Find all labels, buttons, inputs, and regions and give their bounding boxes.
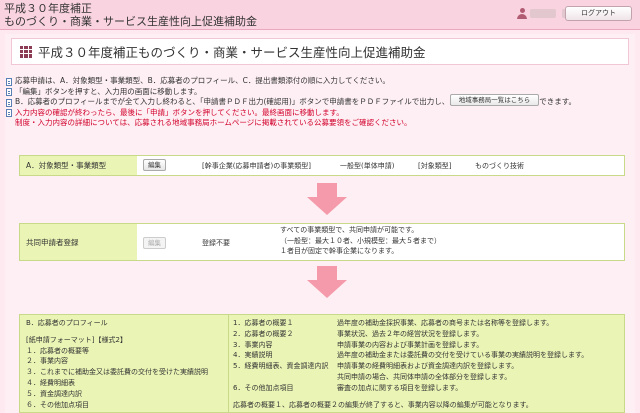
section-joint-applicant: 共同申請者登録 編集 登録不要 すべての事業類型で、共同申請が可能です。 （一般… xyxy=(19,223,625,261)
page-title-box: 平成３０年度補正ものづくり・商業・サービス生産性向上促進補助金 xyxy=(11,38,629,65)
app-title: 平成３０年度補正 ものづくり・商業・サービス生産性向上促進補助金 xyxy=(4,2,257,28)
note-item: 応募申請は、A．対象類型・事業類型、B．応募者のプロフィール、C．提出書類添付の… xyxy=(5,76,635,87)
section-b-items: 1．応募者の概要１ 過年度の補助金採択事業、応募者の商号または名称等を登録します。… xyxy=(228,315,626,412)
joint-applicant-status: 登録不要 xyxy=(202,239,230,247)
form-item: １．応募者の概要等 xyxy=(26,346,89,355)
document-icon xyxy=(6,88,12,96)
profile-item: 1．応募者の概要１ 過年度の補助金採択事業、応募者の商号または名称等を登録します。 xyxy=(233,319,554,327)
logout-button[interactable]: ログアウト xyxy=(565,6,632,21)
profile-item: 共同申請の場合、共同体申請の全体部分を登録します。 xyxy=(337,372,512,381)
section-b: B．応募者のプロフィール [紙申請フォーマット]【様式2】 １．応募者の概要等 … xyxy=(19,314,625,413)
note-item: B．応募者のプロフィールまでが全て入力し終わると、「申請書ＰＤＦ出力(確認用)」… xyxy=(5,97,635,108)
joint-applicant-label: 共同申請者登録 xyxy=(20,224,137,260)
document-icon xyxy=(6,109,12,117)
joint-applicant-description: すべての事業類型で、共同申請が可能です。 （一般型：最大１０者、小規模型：最大５… xyxy=(280,226,441,255)
section-a-edit-button[interactable]: 編集 xyxy=(143,159,166,171)
app-title-line2: ものづくり・商業・サービス生産性向上促進補助金 xyxy=(4,15,257,28)
form-item: ５．資金調達内訳 xyxy=(26,389,82,398)
business-type-label: [幹事企業(応募申請者)の事業類型] xyxy=(202,162,311,170)
section-a: A．対象類型・事業類型 編集 [幹事企業(応募申請者)の事業類型] 一般型(単体… xyxy=(19,155,625,176)
instructions: 応募申請は、A．対象類型・事業類型、B．応募者のプロフィール、C．提出書類添付の… xyxy=(5,76,635,129)
section-b-footer-note: 応募者の概要１、応募者の概要２の編集が終了すると、事業内容以降の編集が可能となり… xyxy=(233,400,533,409)
app-header: 平成３０年度補正 ものづくり・商業・サービス生産性向上促進補助金 ログアウト xyxy=(0,0,640,30)
user-name-redacted xyxy=(530,9,556,18)
form-format-label: [紙申請フォーマット]【様式2】 xyxy=(26,335,127,344)
note-item-warning: 制度・入力内容の詳細については、応募される地域事務局ホームページに掲載されている… xyxy=(15,118,412,127)
profile-item: 3．事業内容 申請事業の内容および事業計画を登録します。 xyxy=(233,340,484,349)
page-title: 平成３０年度補正ものづくり・商業・サービス生産性向上促進補助金 xyxy=(38,45,426,60)
flow-arrow-icon xyxy=(307,183,347,215)
user-icon xyxy=(517,8,527,19)
flow-arrow-icon xyxy=(307,266,347,298)
app-title-line1: 平成３０年度補正 xyxy=(4,2,92,15)
form-item: ２．事業内容 xyxy=(26,357,68,366)
note-item-warning: 入力内容の確認が終わったら、最後に「申請」ボタンを押してください。最終画面に移動… xyxy=(5,108,635,119)
profile-item: 5．経費明細表、資金調達内訳 申請事業の経費明細表および資金調達内訳を登録します。 xyxy=(233,362,519,371)
profile-item: 2．応募者の概要２ 事業状況、過去２年の経営状況を登録します。 xyxy=(233,329,484,338)
note-item: 「編集」ボタンを押すと、入力用の画面に移動します。 xyxy=(5,87,635,98)
profile-item: 4．実績説明 過年度の補助金または委託費の交付を受けている事業の実績説明を登録しま… xyxy=(233,351,589,360)
section-b-overview: B．応募者のプロフィール [紙申請フォーマット]【様式2】 １．応募者の概要等 … xyxy=(20,315,228,412)
form-item: ３．これまでに補助金又は委託費の交付を受けた実績説明 xyxy=(26,368,208,377)
document-icon xyxy=(6,77,12,86)
form-item: ６．その他加点項目 xyxy=(26,400,89,409)
profile-item: 6．その他加点項目 審査の加点に関する項目を登録します。 xyxy=(233,383,463,392)
form-item: ４．経費明細表 xyxy=(26,378,75,387)
region-office-list-button[interactable]: 地域事務局一覧はこちら xyxy=(450,94,539,106)
target-type-label: [対象類型] xyxy=(418,162,452,170)
grid-icon xyxy=(20,45,32,58)
joint-applicant-edit-button[interactable]: 編集 xyxy=(143,237,166,249)
section-b-title: B．応募者のプロフィール xyxy=(26,319,108,327)
target-type-value: ものづくり技術 xyxy=(475,162,524,170)
document-icon xyxy=(6,98,12,107)
business-type-value: 一般型(単体申請) xyxy=(340,162,395,170)
section-a-label: A．対象類型・事業類型 xyxy=(20,156,137,175)
